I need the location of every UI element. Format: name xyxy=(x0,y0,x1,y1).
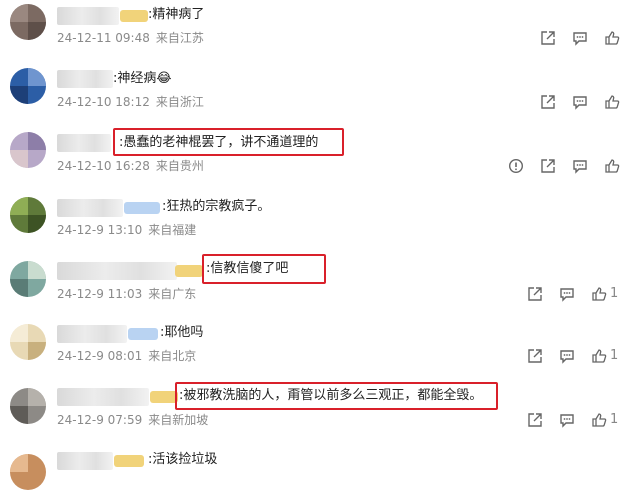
comment-meta: 24-12-10 18:12 来自浙江 xyxy=(57,94,210,110)
user-badge xyxy=(128,328,158,340)
user-badge xyxy=(120,10,148,22)
user-badge xyxy=(114,455,144,467)
highlight-box xyxy=(113,128,344,156)
highlight-box xyxy=(202,254,326,284)
user-badge xyxy=(124,202,160,214)
comment-location: 来自江苏 xyxy=(155,31,204,45)
comment-location: 来自浙江 xyxy=(155,95,204,109)
avatar[interactable] xyxy=(10,132,46,168)
share-icon[interactable] xyxy=(526,347,544,365)
thumbs-up-icon[interactable] xyxy=(590,411,608,429)
thumbs-up-icon[interactable] xyxy=(603,93,621,111)
comment-meta: 24-12-9 07:59 来自新加坡 xyxy=(57,412,214,428)
comment-location: 来自福建 xyxy=(148,223,197,237)
avatar[interactable] xyxy=(10,4,46,40)
comment-text: :精神病了 xyxy=(148,7,205,22)
comment-meta: 24-12-9 13:10 来自福建 xyxy=(57,222,202,238)
comment-icon[interactable] xyxy=(558,411,576,429)
username[interactable] xyxy=(57,325,127,343)
thumbs-up-icon[interactable] xyxy=(603,157,621,175)
username[interactable] xyxy=(57,388,149,406)
username[interactable] xyxy=(57,7,119,25)
comment-item: :神经病😂 24-12-10 18:12 来自浙江 xyxy=(0,60,640,120)
comment-date: 24-12-11 09:48 xyxy=(57,31,150,45)
share-icon[interactable] xyxy=(526,411,544,429)
comment-text: :狂热的宗教疯子。 xyxy=(162,199,271,214)
username[interactable] xyxy=(57,70,113,88)
avatar[interactable] xyxy=(10,454,46,490)
comment-text: :活该捡垃圾 xyxy=(148,452,218,467)
username[interactable] xyxy=(57,452,113,470)
share-icon[interactable] xyxy=(539,29,557,47)
thumbs-up-icon[interactable] xyxy=(590,285,608,303)
comment-meta: 24-12-9 11:03 来自广东 xyxy=(57,286,202,302)
comment-item: :活该捡垃圾 xyxy=(0,442,640,490)
comment-location: 来自广东 xyxy=(148,287,197,301)
comment-item: :耶他吗 24-12-9 08:01 来自北京 1 xyxy=(0,310,640,372)
share-icon[interactable] xyxy=(539,93,557,111)
comment-item: :精神病了 24-12-11 09:48 来自江苏 xyxy=(0,0,640,60)
comment-icon[interactable] xyxy=(558,347,576,365)
avatar[interactable] xyxy=(10,197,46,233)
thumbs-up-icon[interactable] xyxy=(603,29,621,47)
comment-location: 来自北京 xyxy=(148,349,197,363)
comment-meta: 24-12-11 09:48 来自江苏 xyxy=(57,30,210,46)
username[interactable] xyxy=(57,262,177,280)
avatar[interactable] xyxy=(10,388,46,424)
like-count: 1 xyxy=(610,286,619,301)
comment-date: 24-12-10 16:28 xyxy=(57,159,150,173)
avatar[interactable] xyxy=(10,261,46,297)
share-icon[interactable] xyxy=(526,285,544,303)
user-badge xyxy=(175,265,203,277)
highlight-box xyxy=(175,382,498,410)
comment-date: 24-12-9 08:01 xyxy=(57,349,143,363)
comment-icon[interactable] xyxy=(571,157,589,175)
user-badge xyxy=(150,391,178,403)
comment-item: :愚蠢的老神棍罢了，讲不通道理的 24-12-10 16:28 来自贵州 xyxy=(0,120,640,185)
comment-date: 24-12-10 18:12 xyxy=(57,95,150,109)
username[interactable] xyxy=(57,134,111,152)
comment-item: :狂热的宗教疯子。 24-12-9 13:10 来自福建 xyxy=(0,185,640,247)
comment-icon[interactable] xyxy=(571,29,589,47)
comment-location: 来自贵州 xyxy=(155,159,204,173)
comment-date: 24-12-9 07:59 xyxy=(57,413,143,427)
avatar[interactable] xyxy=(10,324,46,360)
avatar[interactable] xyxy=(10,68,46,104)
comment-icon[interactable] xyxy=(571,93,589,111)
share-icon[interactable] xyxy=(539,157,557,175)
comment-text: :神经病😂 xyxy=(113,71,172,86)
comment-item: :被邪教洗脑的人，甭管以前多么三观正，都能全毁。 24-12-9 07:59 来自… xyxy=(0,372,640,442)
like-count: 1 xyxy=(610,412,619,427)
thumbs-up-icon[interactable] xyxy=(590,347,608,365)
report-icon[interactable] xyxy=(507,157,525,175)
comment-date: 24-12-9 11:03 xyxy=(57,287,143,301)
comment-icon[interactable] xyxy=(558,285,576,303)
like-count: 1 xyxy=(610,348,619,363)
comment-date: 24-12-9 13:10 xyxy=(57,223,143,237)
username[interactable] xyxy=(57,199,123,217)
comment-location: 来自新加坡 xyxy=(148,413,209,427)
comment-meta: 24-12-9 08:01 来自北京 xyxy=(57,348,202,364)
comment-meta: 24-12-10 16:28 来自贵州 xyxy=(57,158,210,174)
comment-text: :耶他吗 xyxy=(160,325,204,340)
comment-item: :信教信傻了吧 24-12-9 11:03 来自广东 1 xyxy=(0,247,640,310)
